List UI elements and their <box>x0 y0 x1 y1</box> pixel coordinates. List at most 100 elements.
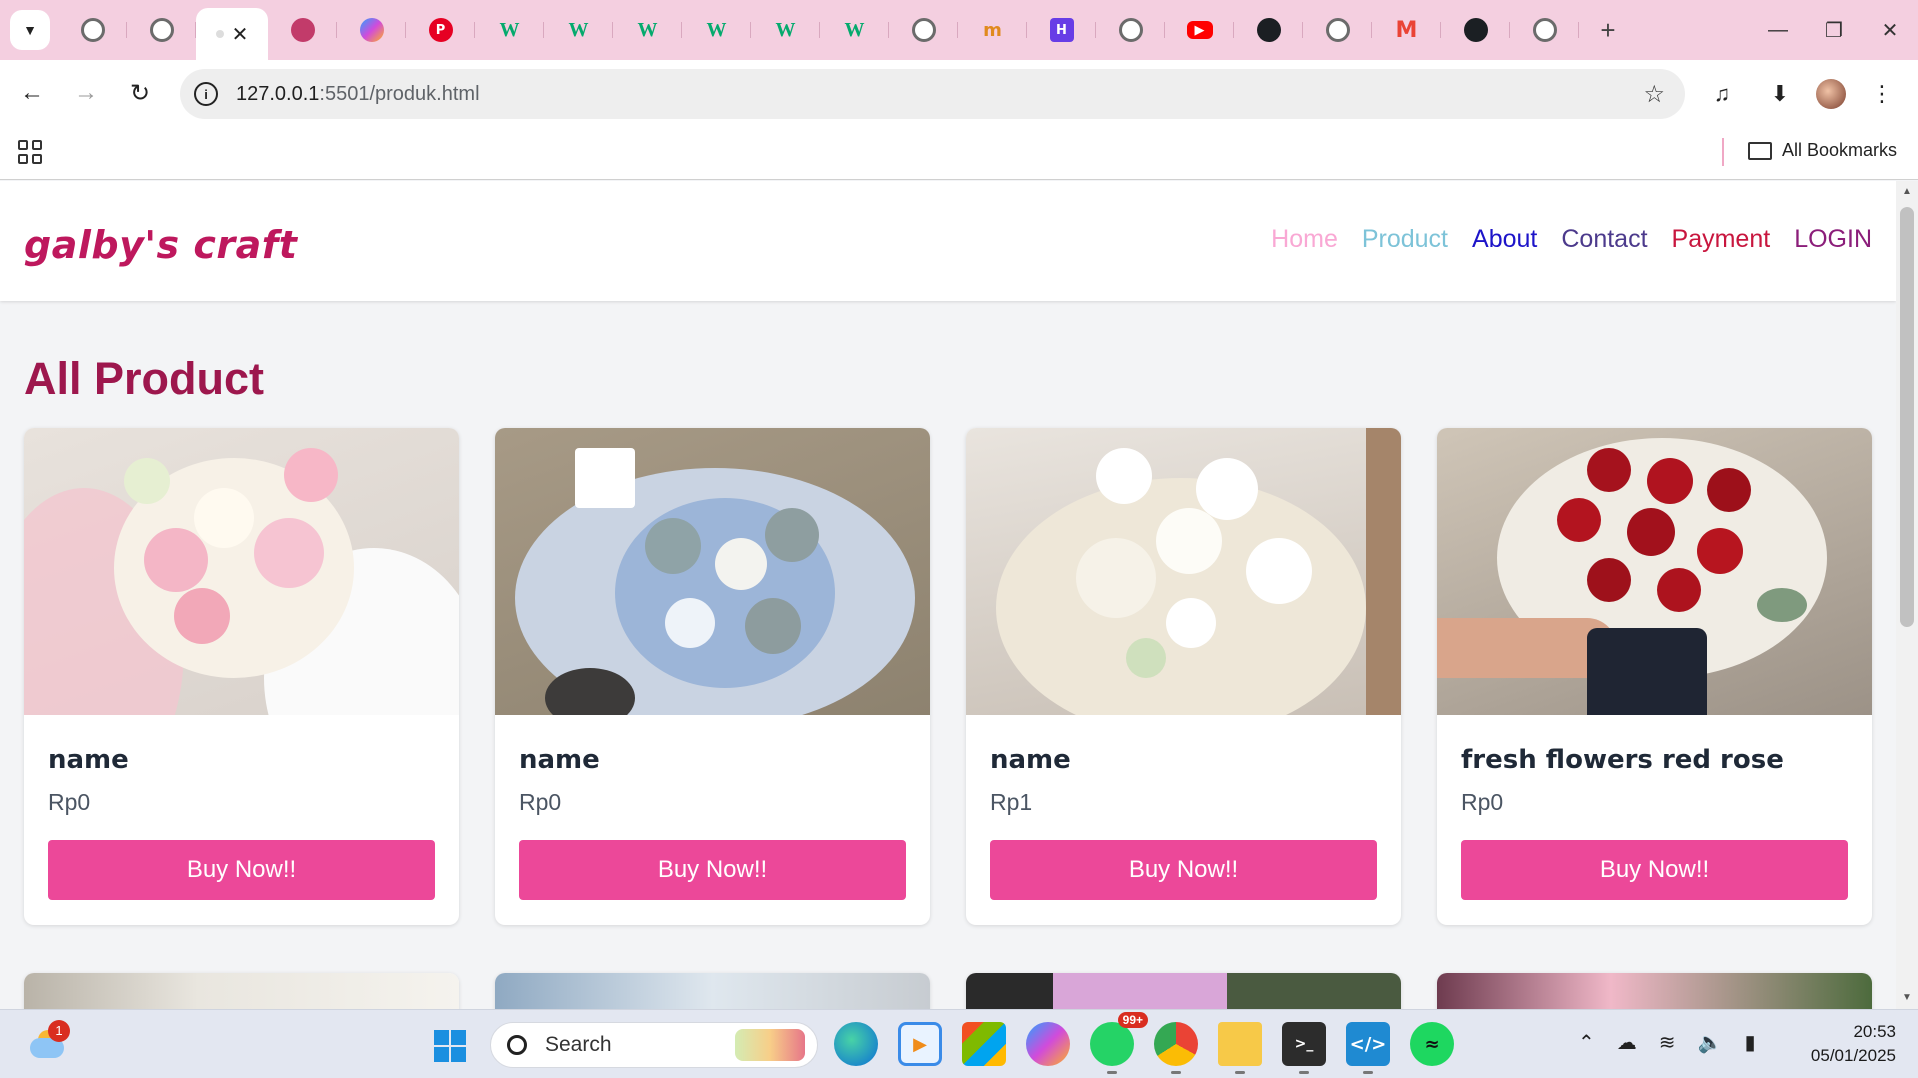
system-clock[interactable]: 20:53 05/01/2025 <box>1811 1020 1896 1068</box>
whatsapp-app-icon[interactable]: 99+ <box>1090 1012 1148 1074</box>
new-tab-button[interactable]: + <box>1593 15 1623 46</box>
bookmark-star-icon[interactable]: ☆ <box>1643 80 1665 109</box>
tab[interactable]: W <box>613 8 682 52</box>
product-image[interactable] <box>966 973 1401 1009</box>
product-image[interactable] <box>24 428 459 715</box>
toolbar-actions: ♫ ⬇ ⋮ <box>1700 72 1904 116</box>
product-image[interactable] <box>495 428 930 715</box>
scroll-down-arrow-icon[interactable]: ▼ <box>1900 991 1914 1005</box>
pinterest-icon: P <box>428 18 453 42</box>
taskbar-search[interactable]: Search <box>490 1022 818 1068</box>
file-explorer-app-icon[interactable] <box>1218 1022 1262 1074</box>
tab-active[interactable]: ✕ <box>196 8 268 60</box>
tab[interactable]: H <box>1027 8 1096 52</box>
nav-product[interactable]: Product <box>1362 225 1448 254</box>
product-price: Rp0 <box>1461 789 1504 815</box>
tab[interactable]: W <box>820 8 889 52</box>
tab[interactable] <box>268 8 337 52</box>
nav-contact[interactable]: Contact <box>1561 225 1647 254</box>
site-info-icon[interactable]: i <box>194 82 218 106</box>
battery-icon[interactable]: ▮ <box>1744 1030 1755 1055</box>
product-image[interactable] <box>1437 428 1872 715</box>
tab[interactable]: M <box>1372 8 1441 52</box>
product-image[interactable] <box>495 973 930 1009</box>
tab[interactable]: W <box>682 8 751 52</box>
tab[interactable]: W <box>544 8 613 52</box>
tab[interactable] <box>1441 8 1510 52</box>
profile-avatar[interactable] <box>1816 79 1846 109</box>
url-text[interactable]: 127.0.0.1:5501/produk.html <box>236 83 480 106</box>
chrome-app-icon[interactable] <box>1154 1022 1198 1074</box>
tab[interactable] <box>1096 8 1165 52</box>
minimize-icon[interactable]: — <box>1750 0 1806 60</box>
back-button[interactable]: ← <box>10 71 54 115</box>
media-player-app-icon[interactable]: ▶ <box>898 1022 942 1066</box>
tab[interactable] <box>889 8 958 52</box>
pinned-apps: ▶ 99+ >_ </> ≈ <box>834 1012 1454 1074</box>
reload-button[interactable]: ↻ <box>118 71 162 115</box>
product-price: Rp0 <box>519 789 562 815</box>
apps-grid-icon[interactable] <box>18 140 42 164</box>
search-icon <box>507 1035 527 1055</box>
media-control-icon[interactable]: ♫ <box>1700 72 1744 116</box>
product-image[interactable] <box>1437 973 1872 1009</box>
tab[interactable]: ▶ <box>1165 8 1234 52</box>
github-icon <box>1463 18 1488 42</box>
globe-icon <box>149 18 174 42</box>
w3schools-icon: W <box>775 18 796 41</box>
wifi-icon[interactable]: ≋ <box>1659 1030 1676 1055</box>
tab[interactable] <box>1234 8 1303 52</box>
download-icon[interactable]: ⬇ <box>1758 72 1802 116</box>
page-scrollbar[interactable]: ▲ ▼ <box>1896 181 1918 1009</box>
clock-time: 20:53 <box>1853 1022 1896 1041</box>
tab[interactable]: W <box>751 8 820 52</box>
tab[interactable]: P <box>406 8 475 52</box>
vscode-app-icon[interactable]: </> <box>1346 1022 1390 1074</box>
spotify-app-icon[interactable]: ≈ <box>1410 1022 1454 1066</box>
tab[interactable] <box>127 8 196 52</box>
product-price: Rp1 <box>990 789 1033 815</box>
product-image[interactable] <box>24 973 459 1009</box>
nav-about[interactable]: About <box>1472 225 1537 254</box>
buy-now-button[interactable]: Buy Now!! <box>1461 840 1848 900</box>
nav-home[interactable]: Home <box>1271 225 1338 254</box>
copilot-app-icon[interactable] <box>1026 1022 1070 1066</box>
tab[interactable]: W <box>475 8 544 52</box>
edge-app-icon[interactable] <box>834 1022 878 1066</box>
all-bookmarks-button[interactable]: All Bookmarks <box>1748 140 1897 161</box>
nav-payment[interactable]: Payment <box>1672 225 1771 254</box>
mn-icon: m <box>983 19 1002 41</box>
tab[interactable] <box>1303 8 1372 52</box>
onedrive-cloud-icon[interactable]: ☁ <box>1617 1030 1637 1055</box>
buy-now-button[interactable]: Buy Now!! <box>990 840 1377 900</box>
terminal-app-icon[interactable]: >_ <box>1282 1022 1326 1074</box>
notification-badge: 1 <box>48 1020 70 1042</box>
buy-now-button[interactable]: Buy Now!! <box>519 840 906 900</box>
site-logo[interactable]: galby's craft <box>24 223 297 267</box>
tab[interactable] <box>337 8 406 52</box>
store-app-icon[interactable] <box>962 1022 1006 1066</box>
address-bar[interactable]: i 127.0.0.1:5501/produk.html ☆ <box>180 69 1685 119</box>
start-button[interactable] <box>434 1030 466 1062</box>
w3schools-icon: W <box>706 18 727 41</box>
forward-button[interactable]: → <box>64 71 108 115</box>
product-image[interactable] <box>966 428 1401 715</box>
nav-login[interactable]: LOGIN <box>1794 225 1872 254</box>
close-icon[interactable]: ✕ <box>232 22 249 47</box>
close-window-icon[interactable]: ✕ <box>1862 0 1918 60</box>
all-bookmarks-label: All Bookmarks <box>1782 140 1898 160</box>
product-card: name Rp1 Buy Now!! <box>966 428 1401 925</box>
tab-search-button[interactable]: ▼ <box>10 10 50 50</box>
tab[interactable] <box>58 8 127 52</box>
buy-now-button[interactable]: Buy Now!! <box>48 840 435 900</box>
scrollbar-thumb[interactable] <box>1900 207 1914 627</box>
scroll-up-arrow-icon[interactable]: ▲ <box>1900 185 1914 199</box>
chevron-up-icon[interactable]: ⌃ <box>1578 1030 1595 1055</box>
tab[interactable]: m <box>958 8 1027 52</box>
product-name: fresh flowers red rose <box>1461 745 1784 775</box>
restore-icon[interactable]: ❐ <box>1806 0 1862 60</box>
tab[interactable] <box>1510 8 1579 52</box>
more-menu-icon[interactable]: ⋮ <box>1860 72 1904 116</box>
weather-widget[interactable]: 1 <box>28 1020 70 1062</box>
volume-icon[interactable]: 🔈 <box>1698 1030 1723 1055</box>
